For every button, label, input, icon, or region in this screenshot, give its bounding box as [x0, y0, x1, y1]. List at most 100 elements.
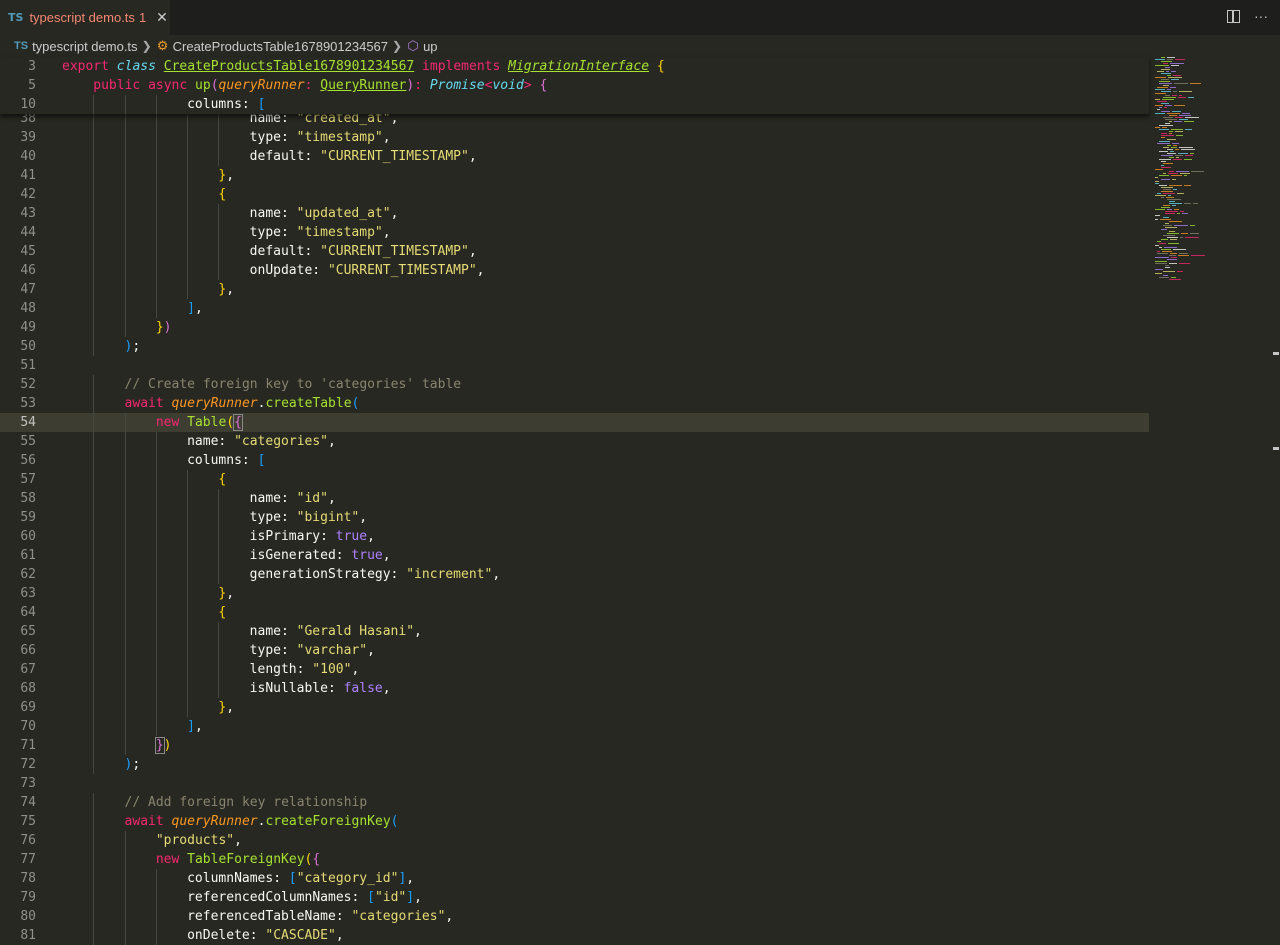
code-line[interactable]: 50);	[0, 337, 1149, 356]
code-line[interactable]: 10 columns: [	[0, 95, 1149, 114]
code-line[interactable]: 54 new Table({	[0, 413, 1149, 432]
line-number: 50	[20, 339, 36, 354]
code-line[interactable]: 78 columnNames: ["category_id"],	[0, 869, 1149, 888]
minimap-line	[1173, 159, 1182, 160]
indent-guide	[218, 204, 220, 223]
code-line[interactable]: 56 columns: [	[0, 451, 1149, 470]
minimap-line	[1163, 217, 1169, 218]
breadcrumb-method[interactable]: up	[423, 39, 437, 54]
code-line[interactable]: 66 type: "varchar",	[0, 641, 1149, 660]
code-token: true	[335, 529, 368, 544]
code-line[interactable]: 81 onDelete: "CASCADE",	[0, 926, 1149, 945]
code-line[interactable]: 52 // Create foreign key to 'categories' …	[0, 375, 1149, 394]
minimap-line	[1162, 127, 1167, 128]
code-line[interactable]: 70],	[0, 717, 1149, 736]
code-line[interactable]: 53 await queryRunner.createTable(	[0, 394, 1149, 413]
typescript-file-icon: TS	[14, 40, 29, 52]
close-icon[interactable]: ✕	[156, 9, 168, 26]
indent-guide	[124, 679, 126, 698]
code-token: ,	[226, 168, 235, 183]
code-line[interactable]: 49})	[0, 318, 1149, 337]
code-line[interactable]: 5 public async up(queryRunner: QueryRunne…	[0, 76, 1149, 95]
minimap-line	[1174, 209, 1179, 210]
breadcrumb-class[interactable]: CreateProductsTable1678901234567	[173, 39, 388, 54]
indent-guide	[187, 508, 189, 527]
code-token: await	[124, 396, 172, 411]
line-number: 41	[20, 168, 36, 183]
code-line[interactable]: 45 default: "CURRENT_TIMESTAMP",	[0, 242, 1149, 261]
code-line[interactable]: 57 {	[0, 470, 1149, 489]
code-line[interactable]: 48],	[0, 299, 1149, 318]
indent-guide	[155, 204, 157, 223]
code-line[interactable]: 47},	[0, 280, 1149, 299]
code-line[interactable]: 69},	[0, 698, 1149, 717]
code-line[interactable]: 46 onUpdate: "CURRENT_TIMESTAMP",	[0, 261, 1149, 280]
code-editor[interactable]: 3 export class CreateProductsTable1678901…	[0, 57, 1150, 945]
code-token: "updated_at"	[296, 206, 391, 221]
code-token: (	[351, 396, 360, 411]
code-line[interactable]: 51	[0, 356, 1149, 375]
code-line[interactable]: 60 isPrimary: true,	[0, 527, 1149, 546]
code-line[interactable]: 58 name: "id",	[0, 489, 1149, 508]
indent-guide	[124, 166, 126, 185]
code-token: ,	[382, 225, 391, 240]
line-number: 75	[20, 814, 36, 829]
code-line[interactable]: 55 name: "categories",	[0, 432, 1149, 451]
indent-guide	[124, 95, 126, 114]
code-line[interactable]: 44 type: "timestamp",	[0, 223, 1149, 242]
line-code: type: "timestamp",	[250, 223, 391, 242]
more-actions-icon[interactable]: ···	[1254, 8, 1268, 24]
code-token: >	[523, 78, 532, 93]
code-line[interactable]: 73	[0, 774, 1149, 793]
code-line[interactable]: 3 export class CreateProductsTable1678901…	[0, 57, 1149, 76]
code-line[interactable]: 39 type: "timestamp",	[0, 128, 1149, 147]
code-line[interactable]: 75 await queryRunner.createForeignKey(	[0, 812, 1149, 831]
minimap-line	[1159, 277, 1169, 278]
indent-guide	[155, 565, 157, 584]
code-line[interactable]: 40 default: "CURRENT_TIMESTAMP",	[0, 147, 1149, 166]
code-line[interactable]: 63},	[0, 584, 1149, 603]
minimap-line	[1161, 133, 1167, 134]
indent-guide	[155, 660, 157, 679]
minimap-line	[1168, 77, 1182, 78]
code-line[interactable]: 64 {	[0, 603, 1149, 622]
code-token: "id"	[296, 491, 328, 506]
indent-guide	[124, 660, 126, 679]
code-line[interactable]: 61 isGenerated: true,	[0, 546, 1149, 565]
breadcrumb-file[interactable]: typescript demo.ts	[32, 39, 138, 54]
code-line[interactable]: 72);	[0, 755, 1149, 774]
indent-guide	[124, 432, 126, 451]
code-line[interactable]: 43 name: "updated_at",	[0, 204, 1149, 223]
code-token: ,	[390, 206, 399, 221]
split-editor-icon[interactable]	[1227, 10, 1240, 23]
code-line[interactable]: 65 name: "Gerald Hasani",	[0, 622, 1149, 641]
code-line[interactable]: 80 referencedTableName: "categories",	[0, 907, 1149, 926]
code-line[interactable]: 68 isNullable: false,	[0, 679, 1149, 698]
indent-guide	[93, 261, 95, 280]
minimap-line	[1171, 257, 1177, 258]
tab-typescript-demo[interactable]: TS typescript demo.ts 1 ✕	[0, 0, 170, 35]
code-line[interactable]: 41},	[0, 166, 1149, 185]
code-line[interactable]: 62 generationStrategy: "increment",	[0, 565, 1149, 584]
minimap-line	[1173, 249, 1186, 250]
code-line[interactable]: 79 referencedColumnNames: ["id"],	[0, 888, 1149, 907]
code-line[interactable]: 59 type: "bigint",	[0, 508, 1149, 527]
code-line[interactable]: 76 "products",	[0, 831, 1149, 850]
indent-guide	[218, 660, 220, 679]
code-line[interactable]: 77 new TableForeignKey({	[0, 850, 1149, 869]
indent-guide	[155, 869, 157, 888]
minimap-line	[1177, 271, 1183, 272]
indent-guide	[124, 185, 126, 204]
minimap[interactable]	[1150, 57, 1270, 939]
code-line[interactable]: 74 // Add foreign key relationship	[0, 793, 1149, 812]
problem-count-badge: 1	[138, 10, 147, 25]
line-number: 57	[20, 472, 36, 487]
code-token: "CURRENT_TIMESTAMP"	[327, 263, 477, 278]
code-line[interactable]: 67 length: "100",	[0, 660, 1149, 679]
sticky-scroll-header[interactable]: 3 export class CreateProductsTable1678901…	[0, 57, 1149, 114]
line-number: 48	[20, 301, 36, 316]
minimap-line	[1170, 87, 1176, 88]
code-line[interactable]: 71})	[0, 736, 1149, 755]
code-line[interactable]: 42 {	[0, 185, 1149, 204]
code-token: "products"	[155, 833, 235, 848]
